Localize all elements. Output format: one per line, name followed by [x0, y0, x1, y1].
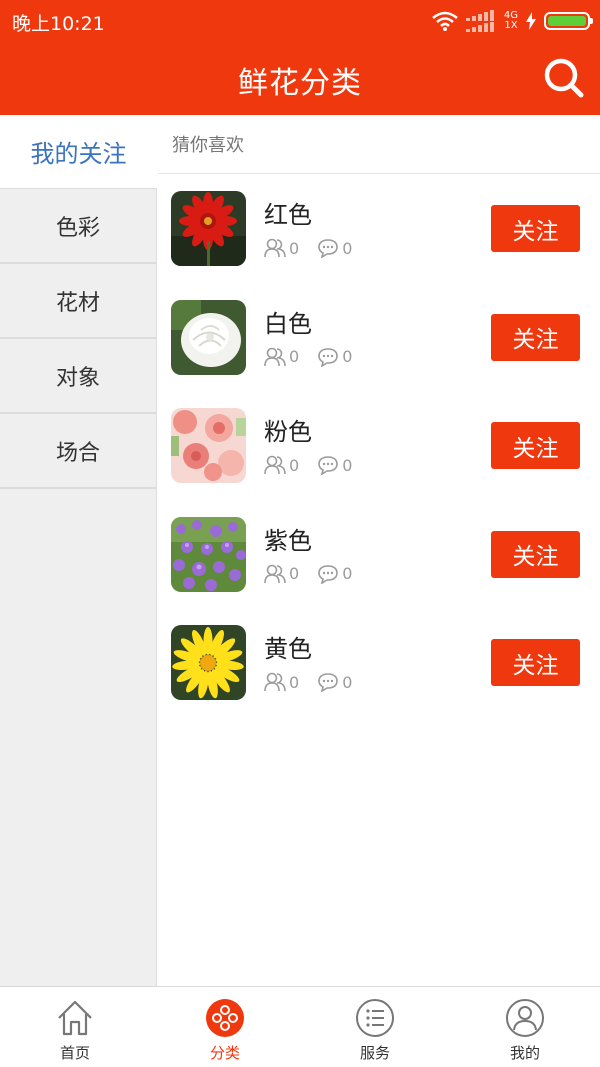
category-list: 红色 0 0 关注 白色 0 0 关注 粉色 0 0 关注 紫色 0 0 关注 …: [158, 174, 600, 734]
sidebar-item-color[interactable]: 色彩: [0, 189, 156, 264]
comment-count: 0: [342, 238, 353, 258]
app-header: 鲜花分类: [0, 42, 600, 115]
users-icon: [264, 672, 286, 692]
follow-button[interactable]: 关注: [491, 422, 580, 469]
comment-icon: [318, 564, 338, 584]
comment-icon: [318, 456, 338, 475]
main-content: 猜你喜欢 红色 0 0 关注 白色 0 0 关注 粉色 0 0 关注 紫色 0 …: [158, 115, 600, 986]
battery-fill: [548, 16, 586, 26]
tab-label: 分类: [209, 1044, 240, 1062]
comment-icon: [318, 673, 338, 692]
list-item[interactable]: 黄色 0 0 关注: [158, 625, 600, 734]
follower-count: 0: [289, 564, 300, 583]
sidebar-item-recipient[interactable]: 对象: [0, 339, 156, 414]
follower-count: 0: [289, 347, 300, 366]
comment-count: 0: [342, 672, 353, 692]
search-icon: [544, 58, 584, 98]
follow-button[interactable]: 关注: [491, 205, 580, 252]
follow-button[interactable]: 关注: [491, 530, 580, 578]
status-icons: 4G 1X: [432, 8, 593, 34]
wifi-icon: [432, 11, 458, 31]
tab-services[interactable]: 服务: [300, 987, 450, 1067]
item-name: 白色: [264, 309, 312, 338]
search-button[interactable]: [542, 56, 586, 100]
signal-icon: [465, 10, 494, 32]
follower-count: 0: [289, 672, 300, 692]
item-name: 红色: [264, 201, 312, 229]
follow-button[interactable]: 关注: [491, 313, 580, 361]
tab-label: 我的: [509, 1044, 540, 1062]
network-type-bottom: 1X: [504, 20, 518, 31]
tab-label: 服务: [359, 1044, 390, 1062]
list-item[interactable]: 紫色 0 0 关注: [158, 516, 600, 626]
yellow-flower-thumbnail: [171, 625, 246, 700]
item-name: 黄色: [264, 635, 312, 663]
section-heading: 猜你喜欢: [158, 115, 600, 174]
category-sidebar: 我的关注 色彩 花材 对象 场合: [0, 115, 157, 986]
white-flower-thumbnail: [171, 299, 246, 375]
item-stats: 0 0: [264, 455, 370, 475]
home-icon: [58, 1000, 92, 1036]
item-stats: 0 0: [264, 564, 370, 584]
users-icon: [264, 455, 286, 475]
network-label: 4G 1X: [504, 11, 518, 31]
comment-count: 0: [342, 564, 353, 583]
follower-count: 0: [289, 238, 300, 258]
item-name: 粉色: [264, 418, 312, 446]
follow-button[interactable]: 关注: [491, 639, 580, 686]
tab-category[interactable]: 分类: [150, 987, 300, 1067]
users-icon: [264, 564, 286, 583]
status-bar: 晚上10:21 4G 1X: [0, 0, 600, 42]
comment-icon: [318, 347, 338, 367]
sidebar-item-occasion[interactable]: 场合: [0, 414, 156, 489]
pink-flower-thumbnail: [171, 408, 246, 483]
category-icon: [206, 999, 244, 1037]
list-icon: [356, 999, 394, 1037]
page-title: 鲜花分类: [238, 66, 362, 101]
comment-icon: [318, 239, 338, 258]
list-item[interactable]: 红色 0 0 关注: [158, 191, 600, 300]
sidebar-item-my-follows[interactable]: 我的关注: [0, 115, 157, 189]
tab-home[interactable]: 首页: [0, 987, 150, 1067]
item-stats: 0 0: [264, 238, 370, 258]
user-icon: [506, 999, 544, 1037]
red-flower-thumbnail: [171, 191, 246, 266]
bottom-tab-bar: 首页 分类 服务 我的: [0, 986, 600, 1067]
follower-count: 0: [289, 455, 300, 475]
battery-icon: [544, 12, 593, 30]
item-stats: 0 0: [264, 672, 370, 692]
purple-flower-thumbnail: [171, 516, 246, 592]
users-icon: [264, 347, 286, 366]
comment-count: 0: [342, 455, 353, 475]
item-name: 紫色: [264, 526, 312, 555]
sidebar-item-material[interactable]: 花材: [0, 264, 156, 339]
tab-mine[interactable]: 我的: [450, 987, 600, 1067]
charging-icon: [526, 12, 536, 30]
list-item[interactable]: 白色 0 0 关注: [158, 299, 600, 409]
status-time: 晚上10:21: [12, 13, 105, 35]
users-icon: [264, 238, 286, 258]
item-stats: 0 0: [264, 347, 370, 367]
comment-count: 0: [342, 347, 353, 366]
list-item[interactable]: 粉色 0 0 关注: [158, 408, 600, 517]
tab-label: 首页: [59, 1044, 90, 1062]
